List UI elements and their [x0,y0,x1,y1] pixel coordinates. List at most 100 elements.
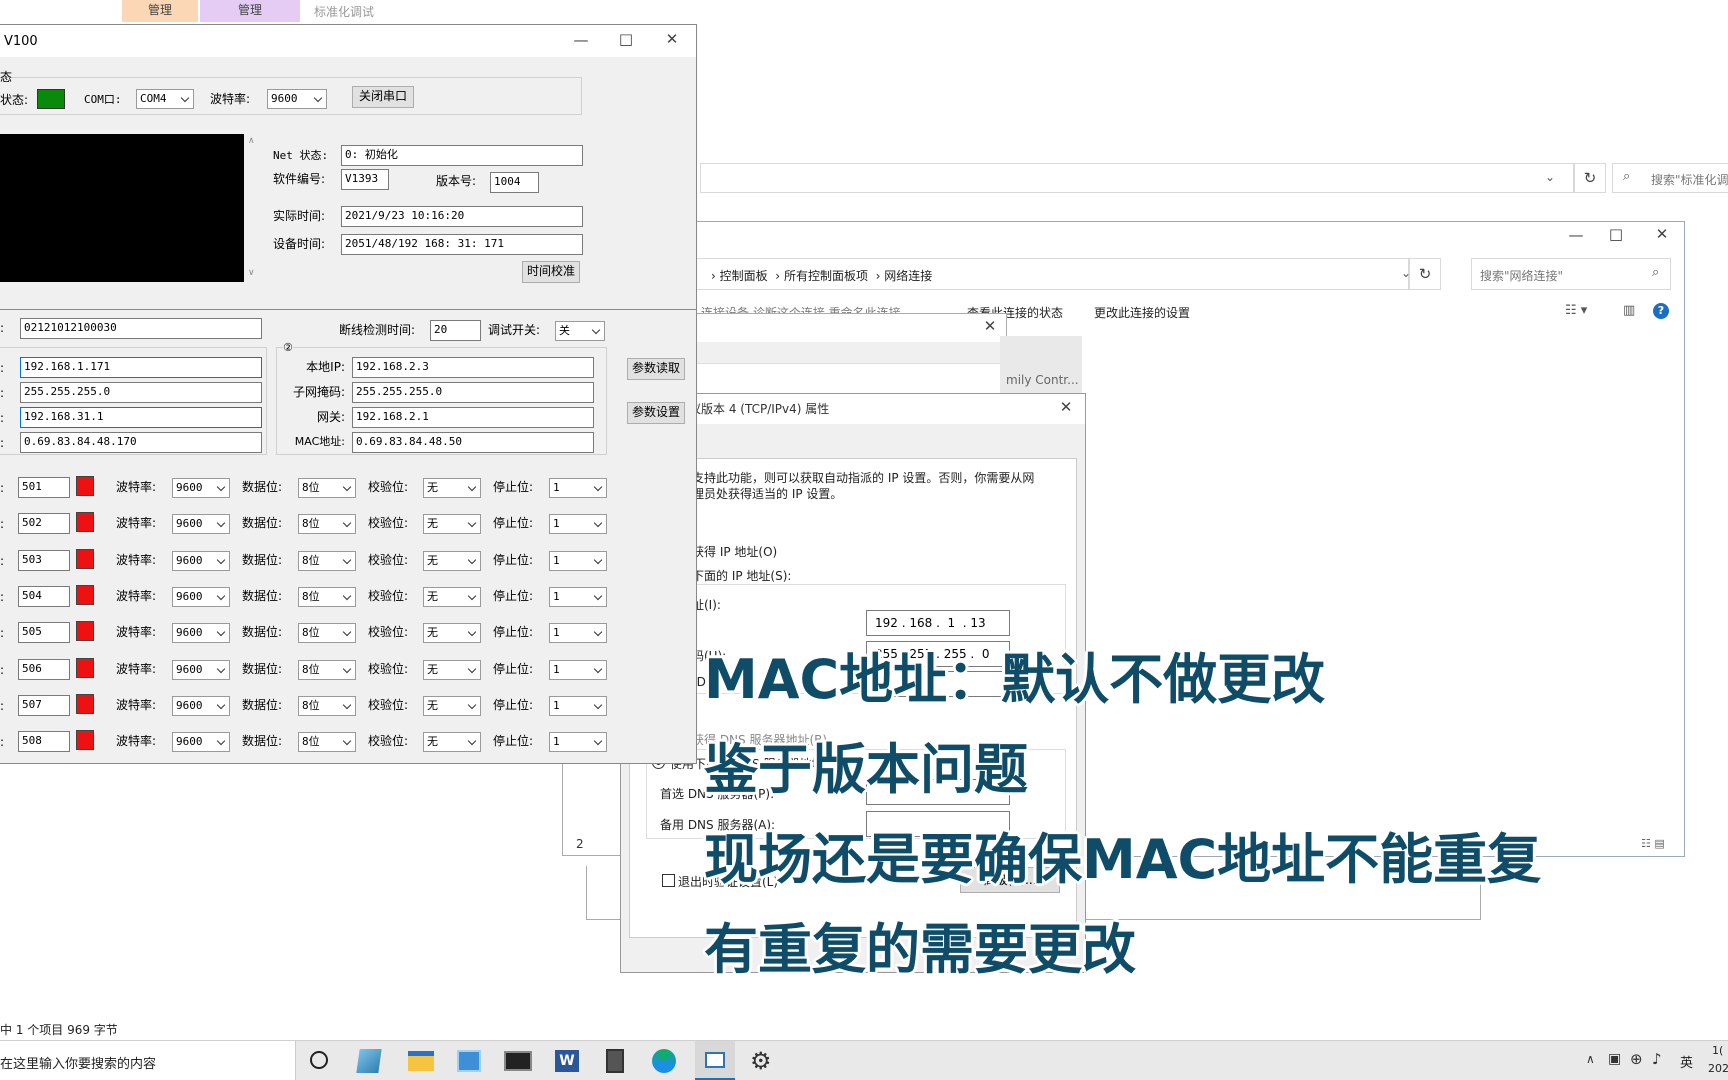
tray-language[interactable]: 英 [1680,1052,1693,1071]
validate-checkbox[interactable] [662,874,675,887]
port-parity-select[interactable]: 无 [423,587,481,607]
notepad-icon[interactable] [356,1049,382,1073]
port-number-field[interactable]: 501 [18,477,70,498]
close-port-button[interactable]: 关闭串口 [352,86,414,108]
chevron-up-icon[interactable]: ∧ [248,136,255,146]
refresh-icon[interactable]: ↻ [1409,258,1441,290]
taskbar-search-box[interactable]: 在这里输入你要搜索的内容 [0,1041,296,1080]
net2-mac-field[interactable]: 0.69.83.84.48.50 [352,432,594,453]
settings-gear-icon[interactable]: ⚙ [750,1047,772,1075]
edge-browser-icon[interactable] [652,1049,676,1073]
set-params-button[interactable]: 参数设置 [627,402,685,424]
port-stopbits-select[interactable]: 1 [549,551,607,571]
port-baud-select[interactable]: 9600 [172,478,230,498]
port-parity-select[interactable]: 无 [423,551,481,571]
word-icon[interactable]: W [555,1050,579,1072]
port-number-field[interactable]: 507 [18,695,70,716]
ribbon-tab-manage-2[interactable]: 管理 [200,0,300,22]
port-baud-select[interactable]: 9600 [172,696,230,716]
read-params-button[interactable]: 参数读取 [627,358,685,380]
close-icon[interactable]: ✕ [1051,398,1081,416]
debug-switch-select[interactable]: 关 [555,321,605,341]
port-parity-select[interactable]: 无 [423,514,481,534]
port-stopbits-select[interactable]: 1 [549,660,607,680]
netconn-search-box[interactable]: 搜索"网络连接" ⌕ [1471,258,1671,290]
port-number-field[interactable]: 506 [18,659,70,680]
breadcrumb-item[interactable]: 所有控制面板项 [784,269,868,283]
port-parity-select[interactable]: 无 [423,732,481,752]
tray-chevron-up-icon[interactable]: ∧ [1586,1052,1595,1066]
port-number-field[interactable]: 502 [18,513,70,534]
port-stopbits-select[interactable]: 1 [549,478,607,498]
preview-pane-icon[interactable]: ▥ [1623,303,1635,318]
net2-mask-field[interactable]: 255.255.255.0 [352,382,594,403]
tray-network-icon[interactable]: ▣ [1608,1051,1621,1067]
manual-ip-radio-label[interactable]: 下面的 IP 地址(S): [692,567,791,584]
view-details-icon[interactable]: ☷ ▤ [1641,837,1665,850]
port-baud-select[interactable]: 9600 [172,623,230,643]
network-tool-icon[interactable] [457,1050,481,1072]
port-baud-select[interactable]: 9600 [172,732,230,752]
file-explorer-icon[interactable] [408,1051,434,1071]
port-databits-select[interactable]: 8位 [298,732,356,752]
port-stopbits-select[interactable]: 1 [549,587,607,607]
clock-time[interactable]: 1( [1712,1044,1723,1057]
net2-ip-field[interactable]: 192.168.2.3 [352,357,594,378]
view-options-icon[interactable]: ☷ ▾ [1565,303,1587,318]
tray-globe-icon[interactable]: ⊕ [1630,1050,1643,1068]
calculator-icon[interactable] [606,1049,624,1073]
port-databits-select[interactable]: 8位 [298,514,356,534]
minimize-icon[interactable]: — [1561,226,1591,244]
port-databits-select[interactable]: 8位 [298,551,356,571]
port-databits-select[interactable]: 8位 [298,587,356,607]
v100-app-icon[interactable] [695,1041,735,1080]
port-stopbits-select[interactable]: 1 [549,623,607,643]
refresh-icon[interactable]: ↻ [1574,163,1606,193]
net1-mask-field[interactable]: 255.255.255.0 [20,382,262,403]
ip-address-field[interactable]: 192 . 168 . 1 . 13 [866,610,1010,636]
baud-rate-select[interactable]: 9600 [267,89,327,109]
port-stopbits-select[interactable]: 1 [549,696,607,716]
cortana-icon[interactable] [310,1051,328,1069]
port-baud-select[interactable]: 9600 [172,587,230,607]
explorer-search-box[interactable]: ⌕ 搜索"标准化调 [1612,163,1728,193]
port-number-field[interactable]: 504 [18,586,70,607]
port-databits-select[interactable]: 8位 [298,696,356,716]
maximize-icon[interactable]: □ [611,30,641,48]
chevron-down-icon[interactable]: ∨ [248,268,255,278]
port-baud-select[interactable]: 9600 [172,551,230,571]
net1-mac-field[interactable]: 0.69.83.84.48.170 [20,432,262,453]
utility-app-icon[interactable] [504,1051,532,1071]
port-number-field[interactable]: 508 [18,731,70,752]
net1-gateway-field[interactable]: 192.168.31.1 [20,407,262,428]
close-icon[interactable]: ✕ [975,317,1005,335]
address-dropdown-icon[interactable]: ⌄ [1545,170,1555,184]
tray-volume-icon[interactable]: ♪ [1652,1050,1662,1068]
port-stopbits-select[interactable]: 1 [549,514,607,534]
close-icon[interactable]: ✕ [1647,225,1677,243]
explorer-address-bar[interactable] [700,163,1574,193]
port-parity-select[interactable]: 无 [423,696,481,716]
port-parity-select[interactable]: 无 [423,478,481,498]
port-databits-select[interactable]: 8位 [298,660,356,680]
toolbar-change-settings[interactable]: 更改此连接的设置 [1094,304,1190,321]
net2-gateway-field[interactable]: 192.168.2.1 [352,407,594,428]
ribbon-tab-manage-1[interactable]: 管理 [122,0,198,22]
port-baud-select[interactable]: 9600 [172,660,230,680]
port-number-field[interactable]: 503 [18,550,70,571]
port-databits-select[interactable]: 8位 [298,623,356,643]
port-baud-select[interactable]: 9600 [172,514,230,534]
maximize-icon[interactable]: □ [1601,225,1631,243]
port-stopbits-select[interactable]: 1 [549,732,607,752]
breadcrumb-item[interactable]: 网络连接 [884,269,932,283]
com-port-select[interactable]: COM4 [136,89,194,109]
port-parity-select[interactable]: 无 [423,623,481,643]
clock-date[interactable]: 202 [1708,1062,1728,1075]
time-sync-button[interactable]: 时间校准 [522,261,580,283]
minimize-icon[interactable]: — [566,31,596,49]
close-icon[interactable]: ✕ [657,30,687,48]
port-number-field[interactable]: 505 [18,622,70,643]
auto-ip-radio-label[interactable]: 获得 IP 地址(O) [692,543,777,560]
port-parity-select[interactable]: 无 [423,660,481,680]
port-databits-select[interactable]: 8位 [298,478,356,498]
